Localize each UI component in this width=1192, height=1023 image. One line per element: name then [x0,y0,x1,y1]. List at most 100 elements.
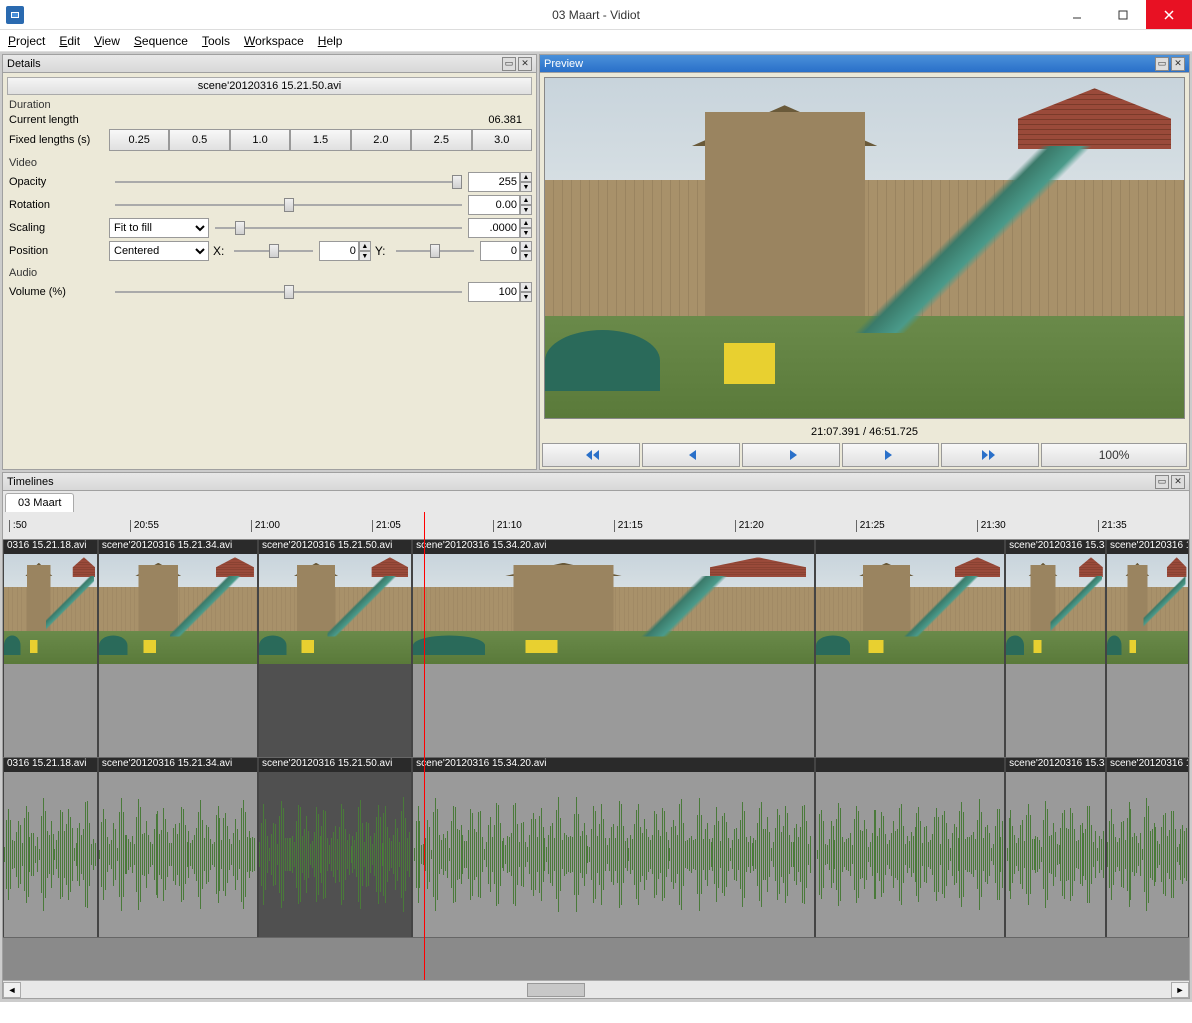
rotation-spin-up[interactable]: ▲ [520,195,532,205]
position-select[interactable]: Centered [109,241,209,261]
details-float-icon[interactable]: ▭ [502,57,516,71]
scaling-spin-up[interactable]: ▲ [520,218,532,228]
minimize-button[interactable] [1054,0,1100,29]
video-track[interactable]: 0316 15.21.18.aviscene'20120316 15.21.34… [3,540,1189,758]
play-button[interactable] [742,443,840,467]
status-bar [0,1001,1192,1023]
fixed-length-3.0[interactable]: 3.0 [472,129,532,151]
audio-clip[interactable]: scene'20120316 15.21.34.avi [98,758,258,937]
y-spin-down[interactable]: ▼ [520,251,532,261]
timelines-float-icon[interactable]: ▭ [1155,475,1169,489]
preview-timecode: 21:07.391 / 46:51.725 [540,423,1189,441]
video-clip[interactable]: scene'20120316 15.34.36.avi [1005,540,1106,757]
scroll-right-icon[interactable]: ► [1171,982,1189,998]
fixed-length-0.5[interactable]: 0.5 [169,129,229,151]
scaling-slider[interactable] [215,221,462,235]
video-clip[interactable]: 0316 15.21.18.avi [3,540,98,757]
video-clip[interactable] [815,540,1005,757]
timeline-tab[interactable]: 03 Maart [5,493,74,512]
volume-spin-down[interactable]: ▼ [520,292,532,302]
audio-clip[interactable]: scene'20120316 15.34.36.avi [1005,758,1106,937]
volume-slider[interactable] [115,285,462,299]
goto-start-button[interactable] [542,443,640,467]
timeline-scrollbar[interactable]: ◄ ► [3,980,1189,998]
menu-sequence[interactable]: Sequence [134,34,188,48]
menu-project[interactable]: Project [8,34,45,48]
clip-name: scene'20120316 15.21.50.avi [7,77,532,95]
timeline-content[interactable]: :5020:5521:0021:0521:1021:1521:2021:2521… [3,512,1189,980]
preview-close-icon[interactable]: ✕ [1171,57,1185,71]
preview-float-icon[interactable]: ▭ [1155,57,1169,71]
preview-panel: Preview ▭ ✕ 21:07.391 / 46:51.725 100% [539,54,1190,470]
menu-view[interactable]: View [94,34,120,48]
next-frame-button[interactable] [842,443,940,467]
fixed-length-2.0[interactable]: 2.0 [351,129,411,151]
audio-clip[interactable]: scene'20120316 1 scene'201203 [1106,758,1189,937]
audio-clip[interactable]: scene'20120316 15.21.50.avi [258,758,412,937]
menu-help[interactable]: Help [318,34,343,48]
scaling-select[interactable]: Fit to fill [109,218,209,238]
scaling-spin-down[interactable]: ▼ [520,228,532,238]
rotation-slider[interactable] [115,198,462,212]
y-slider[interactable] [396,244,474,258]
video-group-label: Video [7,157,532,169]
scaling-input[interactable] [468,218,520,238]
x-spin-up[interactable]: ▲ [359,241,371,251]
opacity-input[interactable] [468,172,520,192]
audio-clip[interactable]: 0316 15.21.18.avi [3,758,98,937]
scaling-label: Scaling [9,222,109,234]
rotation-spin-down[interactable]: ▼ [520,205,532,215]
timelines-panel-title: Timelines ▭ ✕ [3,473,1189,491]
fixed-length-1.5[interactable]: 1.5 [290,129,350,151]
volume-input[interactable] [468,282,520,302]
current-length-label: Current length [9,114,109,126]
details-panel-title: Details ▭ ✕ [3,55,536,73]
menu-tools[interactable]: Tools [202,34,230,48]
y-label: Y: [375,244,386,258]
volume-spin-up[interactable]: ▲ [520,282,532,292]
video-clip[interactable]: scene'20120316 15.21.50.avi [258,540,412,757]
fixed-length-1.0[interactable]: 1.0 [230,129,290,151]
app-icon [6,6,24,24]
audio-group-label: Audio [7,267,532,279]
preview-panel-title: Preview ▭ ✕ [540,55,1189,73]
video-clip[interactable]: scene'20120316 15.21.34.avi [98,540,258,757]
video-clip[interactable]: scene'20120316 1 scene'201203 [1106,540,1189,757]
rotation-label: Rotation [9,199,109,211]
current-length-value: 06.381 [488,114,532,126]
y-spin-up[interactable]: ▲ [520,241,532,251]
timeline-ruler[interactable]: :5020:5521:0021:0521:1021:1521:2021:2521… [3,512,1189,540]
x-label: X: [213,244,224,258]
scroll-left-icon[interactable]: ◄ [3,982,21,998]
y-input[interactable] [480,241,520,261]
details-close-icon[interactable]: ✕ [518,57,532,71]
preview-title-label: Preview [544,58,583,70]
opacity-spin-up[interactable]: ▲ [520,172,532,182]
title-bar: 03 Maart - Vidiot [0,0,1192,30]
x-spin-down[interactable]: ▼ [359,251,371,261]
fixed-lengths-label: Fixed lengths (s) [9,134,109,146]
timelines-close-icon[interactable]: ✕ [1171,475,1185,489]
opacity-spin-down[interactable]: ▼ [520,182,532,192]
menu-workspace[interactable]: Workspace [244,34,304,48]
details-title-label: Details [7,58,41,70]
audio-track[interactable]: 0316 15.21.18.aviscene'20120316 15.21.34… [3,758,1189,938]
x-input[interactable] [319,241,359,261]
audio-clip[interactable]: scene'20120316 15.34.20.avi [412,758,815,937]
maximize-button[interactable] [1100,0,1146,29]
zoom-level[interactable]: 100% [1041,443,1187,467]
menu-edit[interactable]: Edit [59,34,80,48]
playhead[interactable] [424,512,425,980]
rotation-input[interactable] [468,195,520,215]
goto-end-button[interactable] [941,443,1039,467]
fixed-length-0.25[interactable]: 0.25 [109,129,169,151]
x-slider[interactable] [234,244,312,258]
opacity-slider[interactable] [115,175,462,189]
fixed-length-2.5[interactable]: 2.5 [411,129,471,151]
preview-viewport[interactable] [544,77,1185,419]
audio-clip[interactable] [815,758,1005,937]
window-title: 03 Maart - Vidiot [552,8,640,22]
video-clip[interactable]: scene'20120316 15.34.20.avi [412,540,815,757]
close-button[interactable] [1146,0,1192,29]
prev-frame-button[interactable] [642,443,740,467]
